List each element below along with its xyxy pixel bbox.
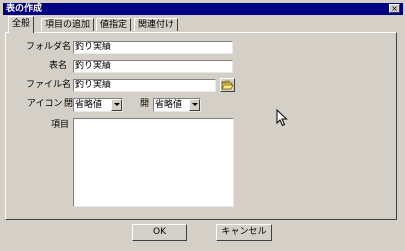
icon-closed-value: 省略値 — [75, 100, 103, 110]
icon-closed-select[interactable]: 省略値 — [73, 98, 123, 112]
folder-name-field[interactable]: 釣り実績 — [73, 41, 233, 54]
tab-value-spec-label: 値指定 — [100, 20, 128, 30]
tab-add-items[interactable]: 項目の追加 — [41, 18, 95, 31]
icon-closed-label: 閉 — [64, 99, 74, 109]
icon-open-value: 省略値 — [155, 100, 183, 110]
title-bar: 表の作成 × — [3, 3, 403, 15]
table-name-label: 表名 — [49, 61, 68, 71]
tab-general[interactable]: 全般 — [8, 16, 35, 33]
close-button[interactable]: × — [389, 4, 400, 13]
icon-label: アイコン — [27, 99, 63, 109]
file-name-label: ファイル名 — [26, 80, 72, 90]
tab-value-spec[interactable]: 値指定 — [96, 18, 132, 31]
items-textarea[interactable] — [73, 118, 234, 207]
chevron-down-icon — [192, 103, 198, 106]
folder-name-label: フォルダ名 — [26, 42, 72, 52]
table-name-field[interactable]: 釣り実績 — [73, 60, 233, 73]
icon-open-select[interactable]: 省略値 — [153, 98, 201, 112]
file-name-field[interactable]: 釣り実績 — [73, 79, 216, 92]
chevron-down-icon — [114, 103, 120, 106]
items-label: 項目 — [51, 120, 70, 130]
folder-open-icon — [221, 80, 234, 90]
cancel-button-label: キャンセル — [221, 227, 267, 237]
window-title: 表の作成 — [6, 4, 43, 14]
mouse-pointer-icon — [276, 109, 288, 127]
create-table-dialog: 表の作成 × 全般 項目の追加 値指定 関連付け フォルダ名 釣り実績 表名 釣… — [0, 0, 405, 251]
ok-button-label: OK — [153, 227, 166, 237]
tab-association-label: 関連付け — [138, 20, 175, 30]
close-icon: × — [391, 4, 398, 13]
cancel-button[interactable]: キャンセル — [216, 224, 272, 241]
tab-add-items-label: 項目の追加 — [45, 20, 91, 30]
icon-open-dropdown-button[interactable] — [189, 99, 200, 111]
icon-open-label: 開 — [140, 99, 150, 109]
tab-general-label: 全般 — [12, 19, 31, 29]
icon-closed-dropdown-button[interactable] — [111, 99, 122, 111]
browse-folder-button[interactable] — [220, 78, 235, 92]
ok-button[interactable]: OK — [132, 224, 187, 241]
tab-association[interactable]: 関連付け — [134, 18, 179, 31]
